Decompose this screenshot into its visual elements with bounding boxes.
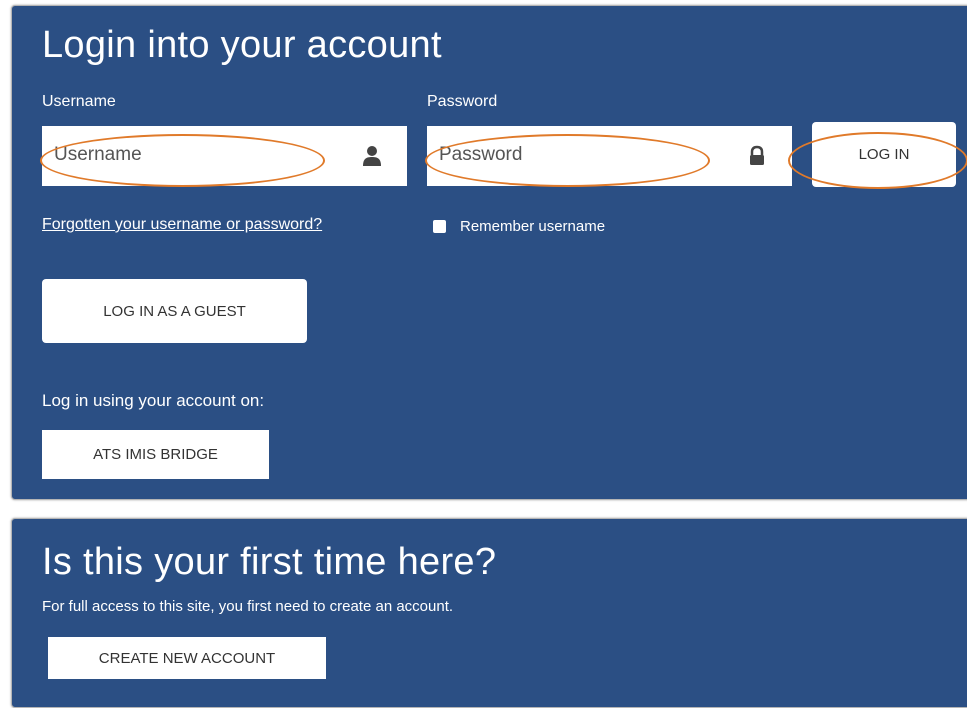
password-input[interactable] (439, 144, 719, 166)
external-login-heading: Log in using your account on: (42, 391, 265, 410)
guest-login-button[interactable]: LOG IN AS A GUEST (42, 279, 307, 343)
password-label: Password (427, 93, 498, 110)
remember-username-checkbox[interactable] (433, 220, 446, 233)
login-panel: Login into your account Username Passwor… (11, 5, 967, 500)
forgot-credentials-link[interactable]: Forgotten your username or password? (42, 216, 322, 234)
first-time-panel: Is this your first time here? For full a… (11, 518, 967, 708)
ats-imis-bridge-button[interactable]: ATS IMIS BRIDGE (42, 430, 269, 479)
password-field-box (427, 126, 792, 186)
lock-icon (750, 145, 764, 165)
username-label: Username (42, 93, 116, 110)
first-time-description: For full access to this site, you first … (42, 598, 454, 615)
remember-username-label: Remember username (460, 218, 606, 235)
login-title: Login into your account (42, 24, 442, 66)
remember-username: Remember username (433, 218, 605, 235)
first-time-title: Is this your first time here? (42, 541, 497, 583)
username-input[interactable] (54, 144, 334, 166)
create-account-button[interactable]: CREATE NEW ACCOUNT (48, 637, 326, 679)
user-icon (363, 146, 381, 166)
login-button[interactable]: LOG IN (812, 122, 956, 187)
username-field-box (42, 126, 407, 186)
